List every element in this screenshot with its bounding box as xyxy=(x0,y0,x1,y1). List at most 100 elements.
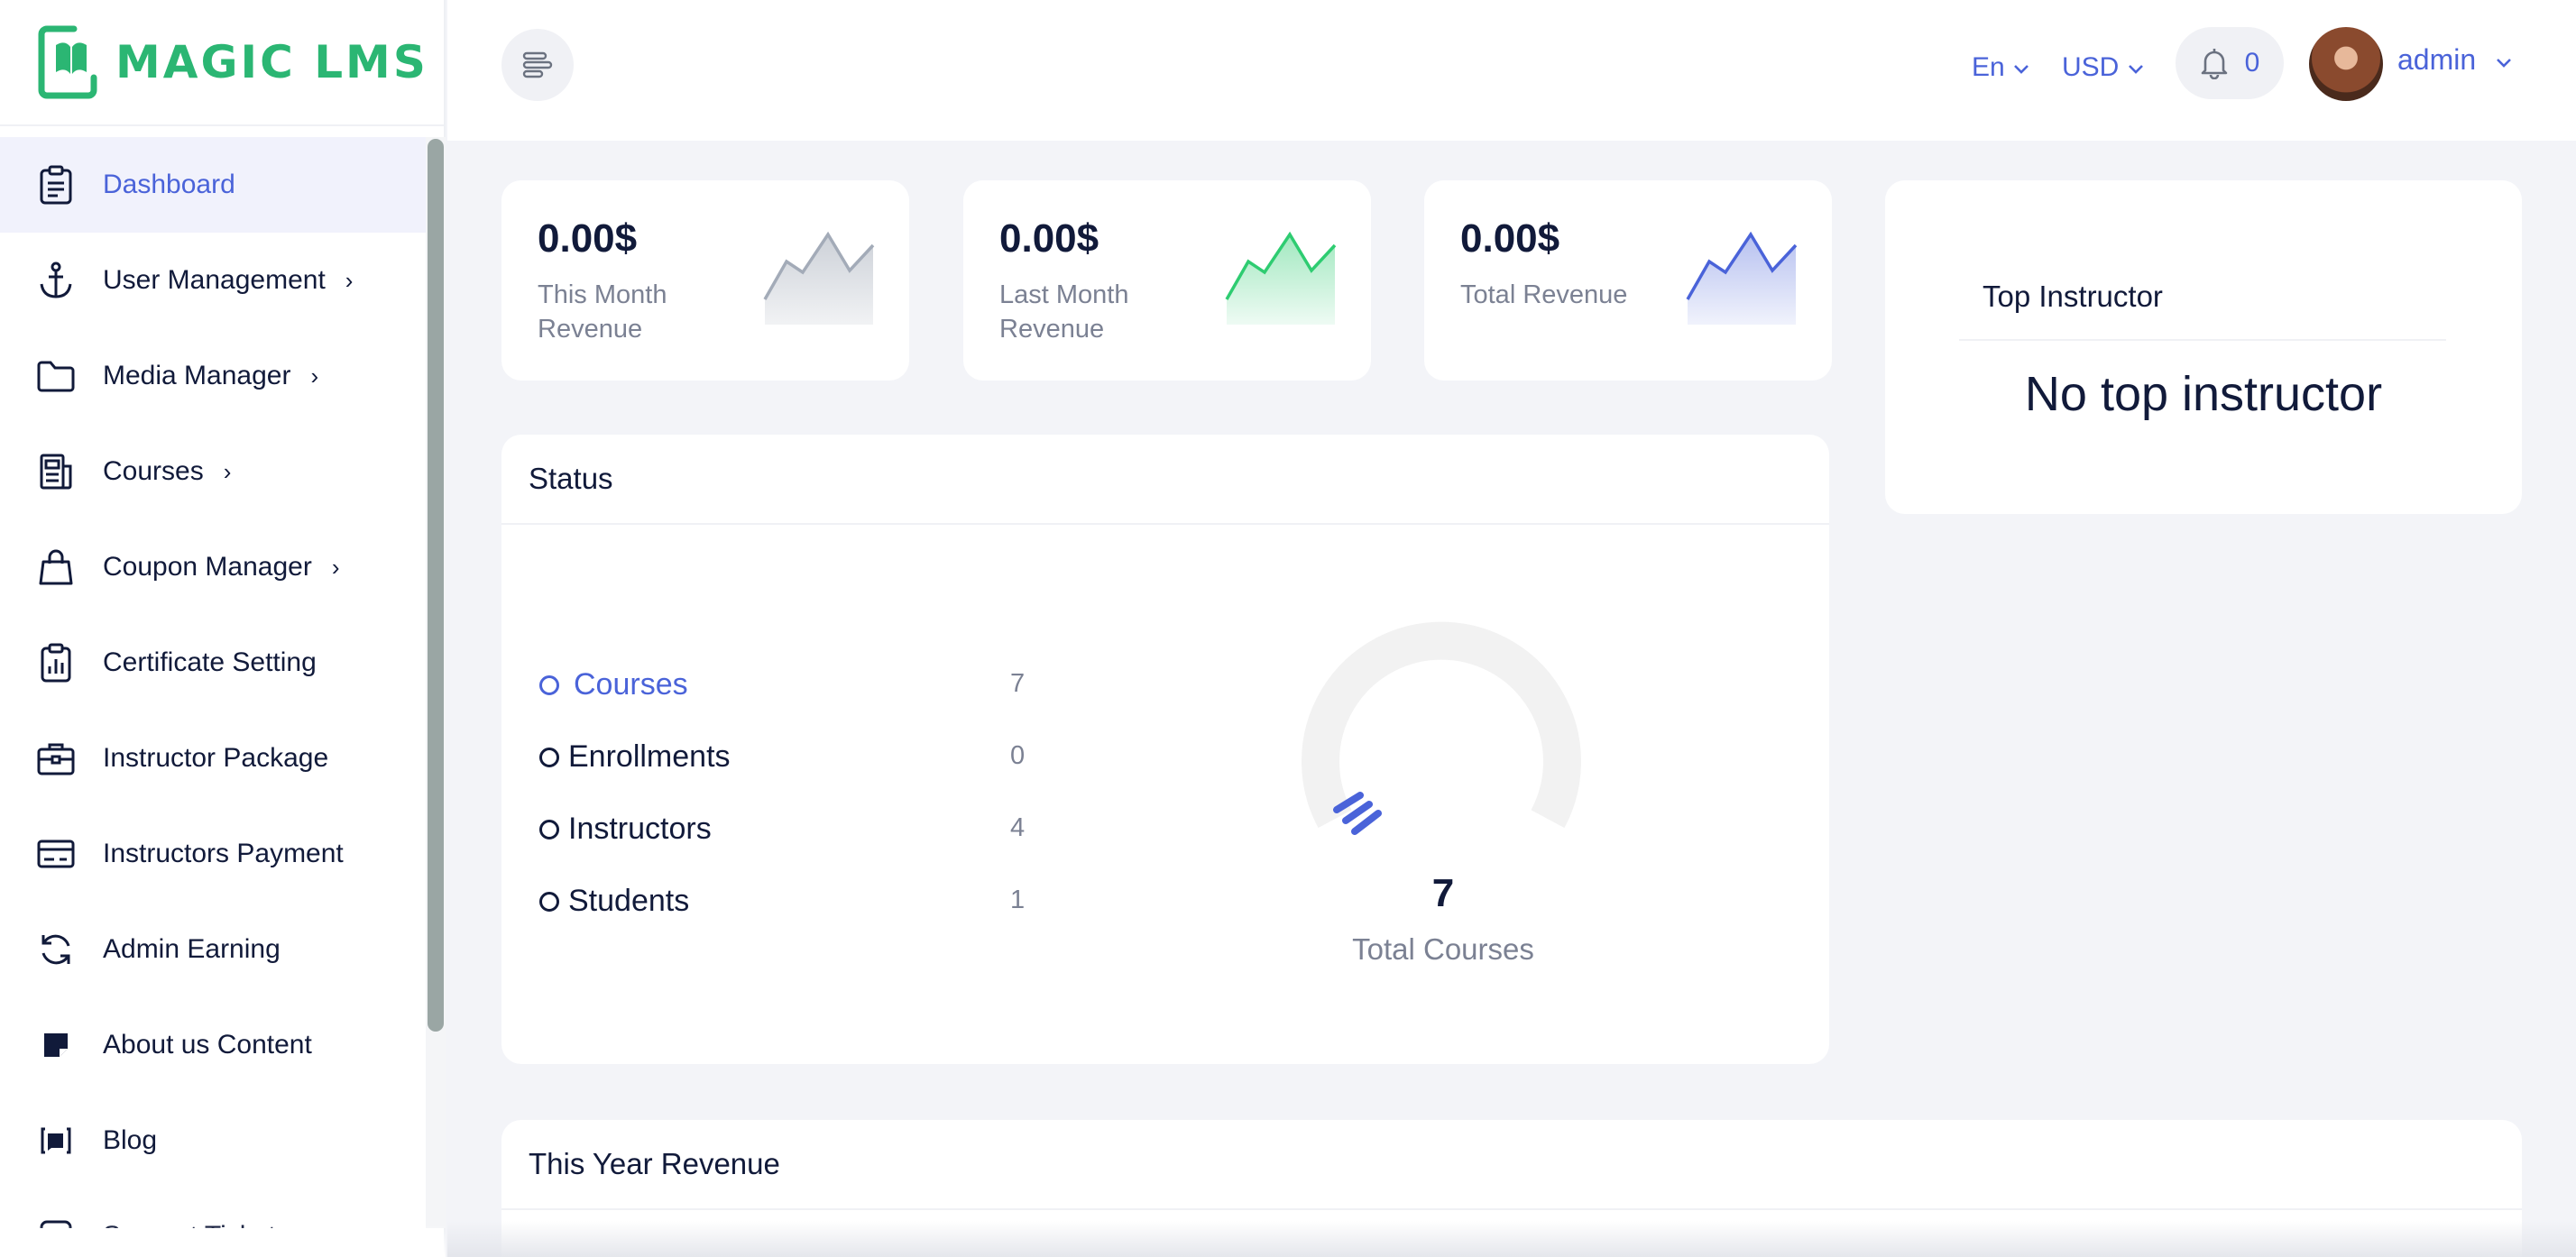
status-label: Students xyxy=(568,884,690,918)
menu-lines-icon xyxy=(522,51,553,78)
status-item-courses[interactable]: Courses xyxy=(539,667,688,702)
chevron-down-icon xyxy=(2127,52,2145,82)
status-donut-chart xyxy=(1302,621,1581,835)
revenue-card-this-month: 0.00$ This Month Revenue xyxy=(501,180,909,381)
status-item-enrollments[interactable]: Enrollments xyxy=(539,739,731,775)
sidebar-item-label: About us Content xyxy=(103,1030,312,1060)
sidebar-item-instructors-payment[interactable]: Instructors Payment xyxy=(0,806,426,902)
sidebar-item-label: Blog xyxy=(103,1125,158,1155)
avatar[interactable] xyxy=(2309,27,2383,101)
sparkline-chart xyxy=(763,231,875,325)
briefcase-icon xyxy=(36,739,76,778)
sticky-note-icon xyxy=(36,1025,76,1065)
sidebar-item-label: User Management xyxy=(103,265,326,295)
currency-dropdown[interactable]: USD xyxy=(2062,52,2145,83)
book-logo-icon xyxy=(38,25,97,99)
shopping-bag-icon xyxy=(36,547,76,587)
language-value: En xyxy=(1972,52,2005,82)
sidebar-item-label: Certificate Setting xyxy=(103,647,317,677)
revenue-value: 0.00$ xyxy=(1460,216,1560,261)
sidebar-item-label: Media Manager xyxy=(103,361,291,390)
notifications-button[interactable]: 0 xyxy=(2176,27,2284,99)
sparkline-chart xyxy=(1686,231,1798,325)
clipboard-icon xyxy=(36,165,76,205)
notification-count: 0 xyxy=(2244,48,2260,78)
bottom-fade xyxy=(447,1221,2576,1257)
sidebar-item-about-us-content[interactable]: About us Content xyxy=(0,997,426,1093)
sidebar-item-instructor-package[interactable]: Instructor Package xyxy=(0,711,426,806)
sidebar-fade xyxy=(0,1225,446,1257)
revenue-value: 0.00$ xyxy=(538,216,638,261)
language-dropdown[interactable]: En xyxy=(1972,52,2030,83)
blog-icon xyxy=(36,1121,76,1161)
revenue-label: This Month Revenue xyxy=(538,280,667,344)
sidebar-item-label: Coupon Manager xyxy=(103,552,312,582)
top-instructor-card: Top Instructor No top instructor xyxy=(1885,180,2522,514)
sidebar-item-media-manager[interactable]: Media Manager › xyxy=(0,328,426,424)
sidebar-item-label: Instructors Payment xyxy=(103,839,344,868)
sidebar-item-label: Dashboard xyxy=(103,170,235,199)
status-item-students[interactable]: Students xyxy=(539,884,689,919)
revenue-card-total: 0.00$ Total Revenue xyxy=(1424,180,1832,381)
chevron-right-icon: › xyxy=(310,362,319,390)
status-value: 7 xyxy=(1010,669,1026,698)
divider xyxy=(501,523,1829,525)
revenue-value: 0.00$ xyxy=(999,216,1099,261)
clipboard-chart-icon xyxy=(36,643,76,683)
circle-icon xyxy=(539,891,559,912)
donut-total-value: 7 xyxy=(1431,871,1455,915)
sidebar-item-blog[interactable]: Blog xyxy=(0,1093,426,1188)
sidebar-menu: Dashboard User Management › Media Manage… xyxy=(0,137,426,1228)
sparkline-chart xyxy=(1225,231,1337,325)
chevron-down-icon xyxy=(2012,52,2030,82)
bell-icon xyxy=(2201,49,2227,79)
circle-icon xyxy=(539,819,559,840)
status-value: 1 xyxy=(1010,885,1026,914)
status-label: Courses xyxy=(574,667,688,702)
chevron-right-icon: › xyxy=(331,553,340,581)
sidebar-scrollbar-thumb[interactable] xyxy=(428,139,444,1032)
newspaper-icon xyxy=(36,452,76,491)
divider xyxy=(1959,339,2446,341)
circle-icon xyxy=(539,747,559,767)
sidebar-item-dashboard[interactable]: Dashboard xyxy=(0,137,426,233)
divider xyxy=(501,1208,2522,1210)
brand-logo[interactable]: MAGIC LMS xyxy=(0,0,444,126)
chevron-right-icon: › xyxy=(345,266,354,294)
card-title: Status xyxy=(529,462,613,495)
revenue-label: Last Month Revenue xyxy=(999,280,1129,344)
anchor-icon xyxy=(36,261,76,300)
revenue-card-last-month: 0.00$ Last Month Revenue xyxy=(963,180,1371,381)
user-dropdown[interactable]: admin xyxy=(2397,43,2513,77)
status-value: 4 xyxy=(1010,813,1026,842)
sidebar-item-label: Admin Earning xyxy=(103,934,281,964)
sidebar-item-courses[interactable]: Courses › xyxy=(0,424,426,519)
status-item-instructors[interactable]: Instructors xyxy=(539,812,712,847)
revenue-label: Total Revenue xyxy=(1460,280,1628,309)
sidebar-item-certificate-setting[interactable]: Certificate Setting xyxy=(0,615,426,711)
username: admin xyxy=(2397,43,2477,76)
status-value: 0 xyxy=(1010,741,1026,770)
sidebar: MAGIC LMS Dashboard User Management › Me… xyxy=(0,0,446,1257)
folder-icon xyxy=(36,356,76,396)
sidebar-item-label: Courses xyxy=(103,456,204,486)
sidebar-item-user-management[interactable]: User Management › xyxy=(0,233,426,328)
refresh-icon xyxy=(36,930,76,969)
credit-card-icon xyxy=(36,834,76,874)
sidebar-item-admin-earning[interactable]: Admin Earning xyxy=(0,902,426,997)
status-label: Enrollments xyxy=(568,739,731,774)
empty-state-text: No top instructor xyxy=(2024,367,2383,421)
donut-total-label: Total Courses xyxy=(1352,932,1534,966)
brand-name: MAGIC LMS xyxy=(115,36,428,88)
sidebar-item-coupon-manager[interactable]: Coupon Manager › xyxy=(0,519,426,615)
sidebar-toggle-button[interactable] xyxy=(501,29,574,101)
sidebar-item-support-ticket[interactable]: Support Ticket xyxy=(0,1188,426,1228)
card-title: Top Instructor xyxy=(1983,280,2163,313)
status-label: Instructors xyxy=(568,812,712,846)
circle-icon xyxy=(539,674,559,695)
currency-value: USD xyxy=(2062,52,2120,82)
top-header: En USD 0 admin xyxy=(447,0,2576,141)
chevron-down-icon xyxy=(2495,43,2513,76)
chevron-right-icon: › xyxy=(223,457,232,485)
card-title: This Year Revenue xyxy=(529,1147,780,1180)
